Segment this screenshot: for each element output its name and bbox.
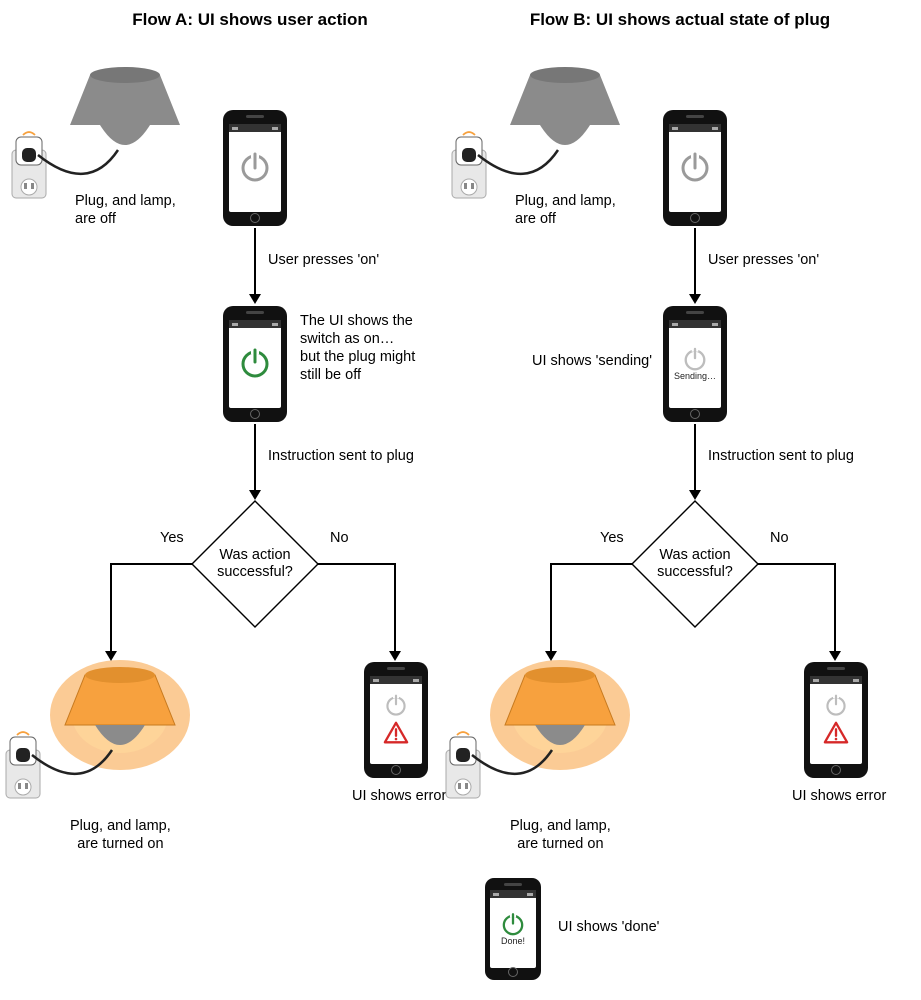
power-icon-dim [824,694,848,718]
flow-a-no-caption: UI shows error [352,787,446,805]
decision-no-a: No [330,530,349,547]
lamp-off-illustration [10,55,210,205]
edge-instruction-b: Instruction sent to plug [708,448,854,465]
flow-b-step1-caption: Plug, and lamp, are off [515,192,616,228]
warning-icon [382,720,410,746]
power-icon-dim [682,347,708,373]
phone-done-b: Done! [485,878,541,980]
flow-a-step2-caption: The UI shows the switch as on… but the p… [300,312,415,385]
done-text: Done! [501,936,525,946]
phone-off-b [663,110,727,226]
flow-b-yes-caption: Plug, and lamp, are turned on [510,817,611,853]
power-icon-off [238,151,272,185]
flow-b-done-caption: UI shows 'done' [558,918,659,936]
decision-yes-a: Yes [160,530,184,547]
flow-a-step1-caption: Plug, and lamp, are off [75,192,176,228]
flow-a-title: Flow A: UI shows user action [60,10,440,30]
phone-on-a [223,306,287,422]
phone-error-b [804,662,868,778]
phone-error-a [364,662,428,778]
power-icon-dim [384,694,408,718]
decision-b: Was action successful? [631,500,759,628]
phone-sending-b: Sending… [663,306,727,422]
power-icon-on [500,912,526,938]
decision-no-b: No [770,530,789,547]
phone-off-a [223,110,287,226]
flow-b-title: Flow B: UI shows actual state of plug [490,10,870,30]
power-icon-off [678,151,712,185]
decision-yes-b: Yes [600,530,624,547]
edge-user-presses-a: User presses 'on' [268,252,379,269]
flow-b-no-caption: UI shows error [792,787,886,805]
lamp-on-illustration-b [440,645,650,805]
sending-text: Sending… [674,371,716,381]
edge-instruction-a: Instruction sent to plug [268,448,414,465]
warning-icon [822,720,850,746]
edge-user-presses-b: User presses 'on' [708,252,819,269]
flow-b-step2-caption: UI shows 'sending' [532,352,652,370]
flow-a-yes-caption: Plug, and lamp, are turned on [70,817,171,853]
lamp-off-illustration-b [450,55,650,205]
decision-a: Was action successful? [191,500,319,628]
power-icon-on [238,347,272,381]
lamp-on-illustration-a [0,645,210,805]
